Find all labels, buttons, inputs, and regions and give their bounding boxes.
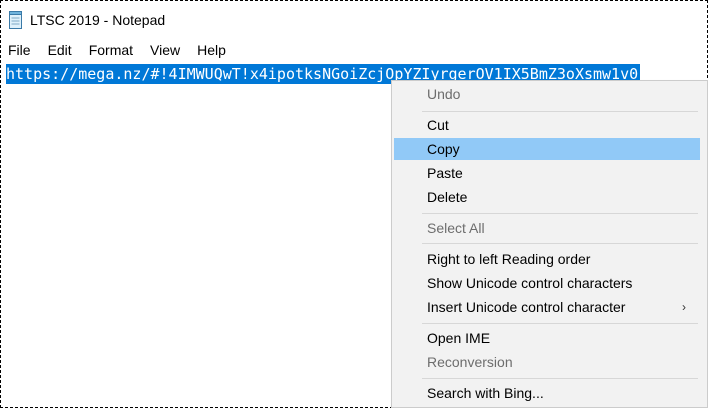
menu-help[interactable]: Help [197,42,226,58]
menu-item-search-bing[interactable]: Search with Bing... [394,382,700,404]
notepad-icon [8,11,24,29]
menu-separator [422,213,698,214]
menu-item-reconversion[interactable]: Reconversion [394,351,700,373]
menu-item-open-ime[interactable]: Open IME [394,327,700,349]
menu-separator [422,323,698,324]
menu-file[interactable]: File [8,42,31,58]
menu-item-rtl-reading-order[interactable]: Right to left Reading order [394,248,700,270]
menu-edit[interactable]: Edit [48,42,72,58]
window-title: LTSC 2019 - Notepad [30,12,166,28]
chevron-right-icon: › [682,300,686,314]
menu-item-show-unicode[interactable]: Show Unicode control characters [394,272,700,294]
menu-item-undo[interactable]: Undo [394,83,700,105]
menu-item-paste[interactable]: Paste [394,162,700,184]
menu-item-insert-unicode[interactable]: Insert Unicode control character › [394,296,700,318]
menu-format[interactable]: Format [89,42,133,58]
menu-bar: File Edit Format View Help [8,40,243,60]
menu-separator [422,378,698,379]
menu-view[interactable]: View [150,42,180,58]
context-menu: Undo Cut Copy Paste Delete Select All Ri… [391,80,708,408]
menu-separator [422,243,698,244]
title-bar: LTSC 2019 - Notepad [8,8,165,32]
menu-item-select-all[interactable]: Select All [394,217,700,239]
menu-item-insert-unicode-label: Insert Unicode control character [427,299,626,315]
menu-separator [422,111,698,112]
menu-item-delete[interactable]: Delete [394,186,700,208]
menu-item-cut[interactable]: Cut [394,114,700,136]
menu-item-copy[interactable]: Copy [394,138,700,160]
